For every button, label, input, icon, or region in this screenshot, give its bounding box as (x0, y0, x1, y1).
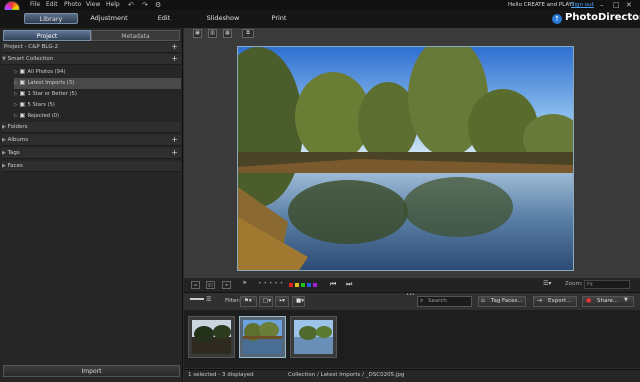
export-icon: ⇥ (537, 297, 543, 304)
zoom-select[interactable]: Fit (584, 280, 630, 289)
list-view-icon[interactable]: ☰ (206, 296, 211, 303)
filter-rating-dropdown[interactable]: □▾ (259, 296, 273, 307)
expand-down-icon: ▼ (2, 56, 6, 62)
tab-project[interactable]: Project (3, 30, 91, 41)
thumbnail-photo-2-selected[interactable] (239, 316, 286, 358)
thumbnail-image (192, 320, 231, 354)
rating-dots[interactable]: • • • • • (258, 280, 283, 287)
minimize-icon[interactable]: – (600, 1, 604, 9)
menu-photo[interactable]: Photo (64, 1, 81, 8)
faces-header[interactable]: ▶ Faces (2, 161, 181, 172)
menu-help[interactable]: Help (106, 1, 120, 8)
tab-print[interactable]: Print (268, 13, 290, 24)
expand-right-icon: ▶ (2, 163, 6, 169)
add-smart-collection-icon[interactable]: + (171, 54, 178, 64)
color-label-blue[interactable] (307, 283, 311, 287)
search-input[interactable]: Search (417, 296, 472, 307)
expand-right-icon: ▶ (2, 124, 6, 130)
next-photo-icon[interactable]: ⏭ (346, 280, 352, 289)
view-fullscreen-icon[interactable]: ⧉ (242, 29, 254, 38)
undo-icon[interactable]: ↶ (128, 1, 134, 9)
tab-metadata[interactable]: Metadata (91, 30, 180, 41)
filter-label: Filter: (225, 298, 241, 304)
smart-collection-header[interactable]: ▼ Smart Collection + (2, 54, 181, 65)
collection-icon: ▣ (19, 101, 26, 108)
collection-icon: ▣ (19, 68, 26, 75)
zoom-label: Zoom: (565, 281, 583, 287)
smart-collection-5-stars[interactable]: ▷ ▣ 5 Stars (5) (14, 100, 181, 111)
collection-icon: ▣ (19, 90, 26, 97)
filmstrip-view-icon[interactable]: ≡ (222, 281, 231, 289)
filter-type-dropdown[interactable]: ■▾ (292, 296, 305, 307)
color-label-yellow[interactable] (295, 283, 299, 287)
thumbnail-image (243, 320, 282, 354)
close-icon[interactable]: ✕ (626, 1, 632, 9)
filter-color-dropdown[interactable]: ⌖▾ (275, 296, 289, 307)
share-dropdown-chevron-icon[interactable]: ▼ (624, 297, 628, 303)
tab-slideshow[interactable]: Slideshow (205, 13, 241, 24)
tab-adjustment[interactable]: Adjustment (88, 13, 130, 24)
side-by-side-icon[interactable]: ▯▯ (206, 281, 215, 289)
flag-icon[interactable]: ⚑ (242, 280, 247, 287)
smart-collection-latest-imports[interactable]: ▷ ▣ Latest Imports (3) (14, 78, 181, 89)
folders-header[interactable]: ▶ Folders (2, 122, 181, 133)
smart-collection-all-photos[interactable]: ▷ ▣ All Photos (94) (14, 67, 181, 78)
tab-library[interactable]: Library (24, 13, 78, 24)
redo-icon[interactable]: ↷ (142, 1, 148, 9)
collection-icon: ▣ (19, 112, 26, 119)
main-photo (237, 46, 574, 271)
color-label-green[interactable] (301, 283, 305, 287)
expand-right-icon: ▶ (2, 150, 6, 156)
maximize-icon[interactable]: □ (613, 1, 620, 9)
menu-file[interactable]: File (30, 1, 40, 8)
menu-view[interactable]: View (86, 1, 100, 8)
share-icon: ● (586, 297, 592, 304)
tag-faces-button[interactable]: Tag Faces... (478, 296, 526, 307)
selection-status: 1 selected - 3 displayed (188, 372, 254, 378)
albums-header[interactable]: ▶ Albums + (2, 135, 181, 146)
color-label-red[interactable] (289, 283, 293, 287)
import-button[interactable]: Import (3, 365, 180, 377)
menu-edit[interactable]: Edit (46, 1, 58, 8)
thumbnail-image (294, 320, 333, 354)
smart-collection-1-star[interactable]: ▷ ▣ 1 Star or Better (5) (14, 89, 181, 100)
thumbnail-photo-1[interactable] (188, 316, 235, 358)
thumbnail-size-icon[interactable] (190, 298, 204, 300)
smart-collection-title: Smart Collection (7, 56, 54, 62)
expand-right-icon: ▶ (2, 137, 6, 143)
smart-collection-rejected[interactable]: ▷ ▣ Rejected (0) (14, 111, 181, 122)
filter-flag-dropdown[interactable]: ⚑▾ (240, 296, 257, 307)
tags-header[interactable]: ▶ Tags + (2, 148, 181, 159)
view-grid-icon[interactable]: ▦ (223, 29, 232, 38)
add-album-icon[interactable]: + (171, 135, 178, 145)
view-compare-icon[interactable]: ▥ (208, 29, 217, 38)
sort-menu-icon[interactable]: ☰▾ (543, 280, 551, 287)
brand-upload-icon: ↑ (552, 14, 562, 24)
tag-icon: ⌂ (481, 297, 485, 304)
search-icon: ⌕ (420, 297, 424, 304)
add-tag-icon[interactable]: + (171, 148, 178, 158)
add-project-icon[interactable]: + (171, 42, 178, 52)
brand-name: PhotoDirector (565, 12, 640, 23)
thumbnail-photo-3[interactable] (290, 316, 337, 358)
account-greeting: Hello CREATE and PLAY! (508, 2, 575, 8)
color-label-purple[interactable] (313, 283, 317, 287)
sign-out-link[interactable]: Sign out (571, 2, 594, 8)
panel-resize-handle[interactable]: ••• (406, 292, 415, 298)
single-view-icon[interactable]: ▭ (191, 281, 200, 289)
view-single-icon[interactable]: ▣ (193, 29, 202, 38)
project-title: Project - C&P BLG-2 (4, 44, 59, 50)
settings-gear-icon[interactable]: ⚙ (155, 1, 161, 9)
previous-photo-icon[interactable]: ⏮ (330, 280, 336, 289)
collection-icon: ▣ (19, 79, 26, 86)
river-landscape-image (238, 47, 573, 270)
tab-edit[interactable]: Edit (154, 13, 174, 24)
project-header[interactable]: Project - C&P BLG-2 + (2, 42, 181, 53)
collection-path: Collection / Latest Imports / _DSC0205.j… (288, 372, 405, 378)
